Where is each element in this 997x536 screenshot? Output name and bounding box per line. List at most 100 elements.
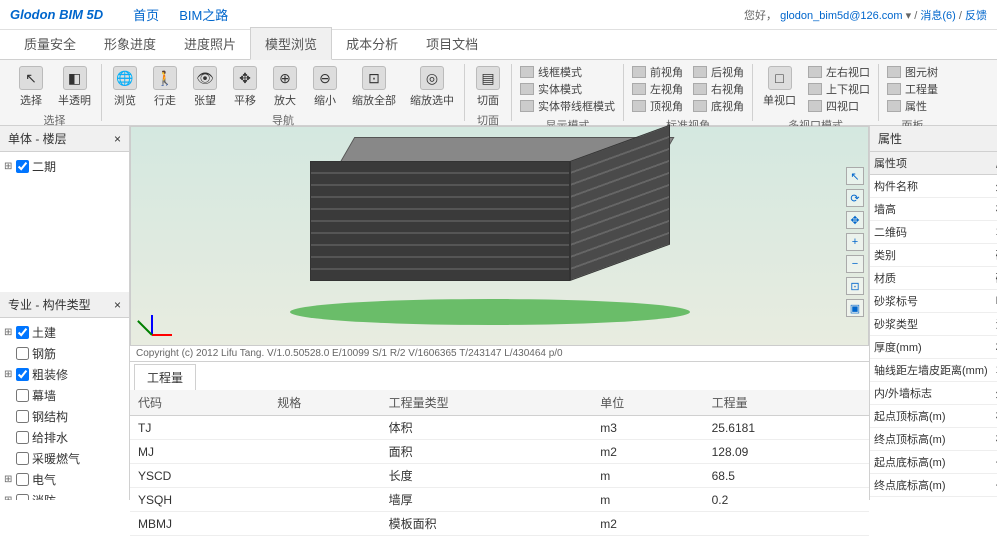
zoom-all-button[interactable]: ⊡缩放全部	[346, 64, 402, 110]
qty-spec	[269, 440, 380, 464]
tree-item[interactable]: ⊞土建	[4, 322, 125, 343]
quantity-panel-toggle[interactable]: 工程量	[887, 81, 938, 97]
bottom-view[interactable]: 底视角	[693, 98, 744, 114]
property-row[interactable]: 终点底标高(m)-0.1	[870, 474, 997, 497]
single-viewport[interactable]: □单视口	[757, 64, 802, 115]
tree-checkbox[interactable]	[16, 410, 29, 423]
tree-checkbox[interactable]	[16, 452, 29, 465]
tree-checkbox[interactable]	[16, 368, 29, 381]
look-button[interactable]: 👁张望	[186, 64, 224, 110]
prop-header-val: 属性值	[992, 152, 997, 175]
user-dropdown-icon[interactable]: ▾	[906, 10, 912, 22]
tab-cost[interactable]: 成本分析	[332, 28, 412, 59]
quad-viewport[interactable]: 四视口	[808, 98, 870, 114]
wireframe-mode[interactable]: 线框模式	[520, 64, 615, 80]
expand-icon[interactable]: ⊞	[4, 161, 16, 172]
section-button[interactable]: ▤切面	[469, 64, 507, 110]
solid-wire-mode[interactable]: 实体带线框模式	[520, 98, 615, 114]
property-row[interactable]: 砂浆标号M5	[870, 290, 997, 313]
vt-zoom-out[interactable]: −	[846, 255, 864, 273]
tree-panel-toggle[interactable]: 图元树	[887, 64, 938, 80]
property-row[interactable]: 终点顶标高(m)3.65	[870, 428, 997, 451]
zoom-selection-button[interactable]: ◎缩放选中	[404, 64, 460, 110]
lr-viewport[interactable]: 左右视口	[808, 64, 870, 80]
expand-icon[interactable]: ⊞	[4, 369, 16, 380]
front-view[interactable]: 前视角	[632, 64, 683, 80]
tree-checkbox[interactable]	[16, 160, 29, 173]
tree-item[interactable]: ⊞粗装修	[4, 364, 125, 385]
vt-pan[interactable]: ✥	[846, 211, 864, 229]
tree-label: 钢结构	[32, 408, 68, 425]
property-row[interactable]: 二维码109807	[870, 221, 997, 244]
property-panel-toggle[interactable]: 属性	[887, 98, 938, 114]
tab-docs[interactable]: 项目文档	[412, 28, 492, 59]
property-row[interactable]: 轴线距左墙皮距离(mm)100	[870, 359, 997, 382]
prop-val: -0.1	[992, 474, 997, 497]
tree-item[interactable]: 幕墙	[4, 385, 125, 406]
property-row[interactable]: 墙高3.75	[870, 198, 997, 221]
tab-model-view[interactable]: 模型浏览	[250, 27, 332, 60]
select-button[interactable]: ↖选择	[12, 64, 50, 110]
table-row[interactable]: YSCD长度m68.5	[130, 464, 869, 488]
vt-orbit[interactable]: ⟳	[846, 189, 864, 207]
back-view[interactable]: 后视角	[693, 64, 744, 80]
table-row[interactable]: MBMJ模板面积m2	[130, 512, 869, 536]
solid-mode[interactable]: 实体模式	[520, 81, 615, 97]
orbit-button[interactable]: 🌐浏览	[106, 64, 144, 110]
property-row[interactable]: 厚度(mm)200	[870, 336, 997, 359]
property-row[interactable]: 类别砼小型空	[870, 244, 997, 267]
toolbar: ↖选择 ◧半透明 选择 🌐浏览 🚶行走 👁张望 ✥平移 ⊕放大 ⊖缩小 ⊡缩放全…	[0, 60, 997, 126]
close-icon[interactable]: ×	[114, 132, 121, 146]
zoom-out-icon: ⊖	[313, 66, 337, 90]
tree-item[interactable]: ⊞消防	[4, 490, 125, 500]
vt-zoom-in[interactable]: +	[846, 233, 864, 251]
3d-viewport[interactable]: ↖ ⟳ ✥ + − ⊡ ▣	[130, 126, 869, 346]
expand-icon[interactable]: ⊞	[4, 495, 16, 500]
left-view[interactable]: 左视角	[632, 81, 683, 97]
nav-bim-road[interactable]: BIM之路	[179, 5, 228, 24]
quantity-tab[interactable]: 工程量	[134, 364, 196, 390]
tree-checkbox[interactable]	[16, 347, 29, 360]
tab-quality[interactable]: 质量安全	[10, 28, 90, 59]
tab-progress[interactable]: 形象进度	[90, 28, 170, 59]
tree-item[interactable]: 采暖燃气	[4, 448, 125, 469]
zoom-in-button[interactable]: ⊕放大	[266, 64, 304, 110]
property-row[interactable]: 材质砌块	[870, 267, 997, 290]
tree-item[interactable]: 给排水	[4, 427, 125, 448]
pan-button[interactable]: ✥平移	[226, 64, 264, 110]
tree-checkbox[interactable]	[16, 473, 29, 486]
feedback-link[interactable]: 反馈	[965, 10, 987, 22]
property-row[interactable]: 起点顶标高(m)3.65	[870, 405, 997, 428]
table-row[interactable]: TJ体积m325.6181	[130, 416, 869, 440]
tree-item[interactable]: ⊞电气	[4, 469, 125, 490]
walk-button[interactable]: 🚶行走	[146, 64, 184, 110]
vt-cursor[interactable]: ↖	[846, 167, 864, 185]
tree-item[interactable]: ⊞二期	[4, 156, 125, 177]
tree-checkbox[interactable]	[16, 326, 29, 339]
expand-icon[interactable]: ⊞	[4, 474, 16, 485]
property-row[interactable]: 是否为人防构件否	[870, 497, 997, 501]
user-link[interactable]: glodon_bim5d@126.com	[780, 10, 902, 22]
property-row[interactable]: 内/外墙标志外墙	[870, 382, 997, 405]
expand-icon[interactable]: ⊞	[4, 327, 16, 338]
nav-home[interactable]: 首页	[133, 5, 159, 24]
tree-checkbox[interactable]	[16, 389, 29, 402]
tree-checkbox[interactable]	[16, 494, 29, 500]
table-row[interactable]: MJ面积m2128.09	[130, 440, 869, 464]
vt-fit[interactable]: ⊡	[846, 277, 864, 295]
property-row[interactable]: 起点底标高(m)-0.1	[870, 451, 997, 474]
messages-link[interactable]: 消息(6)	[920, 10, 955, 22]
zoom-out-button[interactable]: ⊖缩小	[306, 64, 344, 110]
tab-photos[interactable]: 进度照片	[170, 28, 250, 59]
transparent-button[interactable]: ◧半透明	[52, 64, 97, 110]
tree-checkbox[interactable]	[16, 431, 29, 444]
close-icon[interactable]: ×	[114, 298, 121, 312]
tb-viewport[interactable]: 上下视口	[808, 81, 870, 97]
property-row[interactable]: 砂浆类型混合砂浆	[870, 313, 997, 336]
top-view[interactable]: 顶视角	[632, 98, 683, 114]
right-view[interactable]: 右视角	[693, 81, 744, 97]
tree-item[interactable]: 钢筋	[4, 343, 125, 364]
property-row[interactable]: 构件名称外墙大孔	[870, 175, 997, 198]
vt-box[interactable]: ▣	[846, 299, 864, 317]
tree-item[interactable]: 钢结构	[4, 406, 125, 427]
